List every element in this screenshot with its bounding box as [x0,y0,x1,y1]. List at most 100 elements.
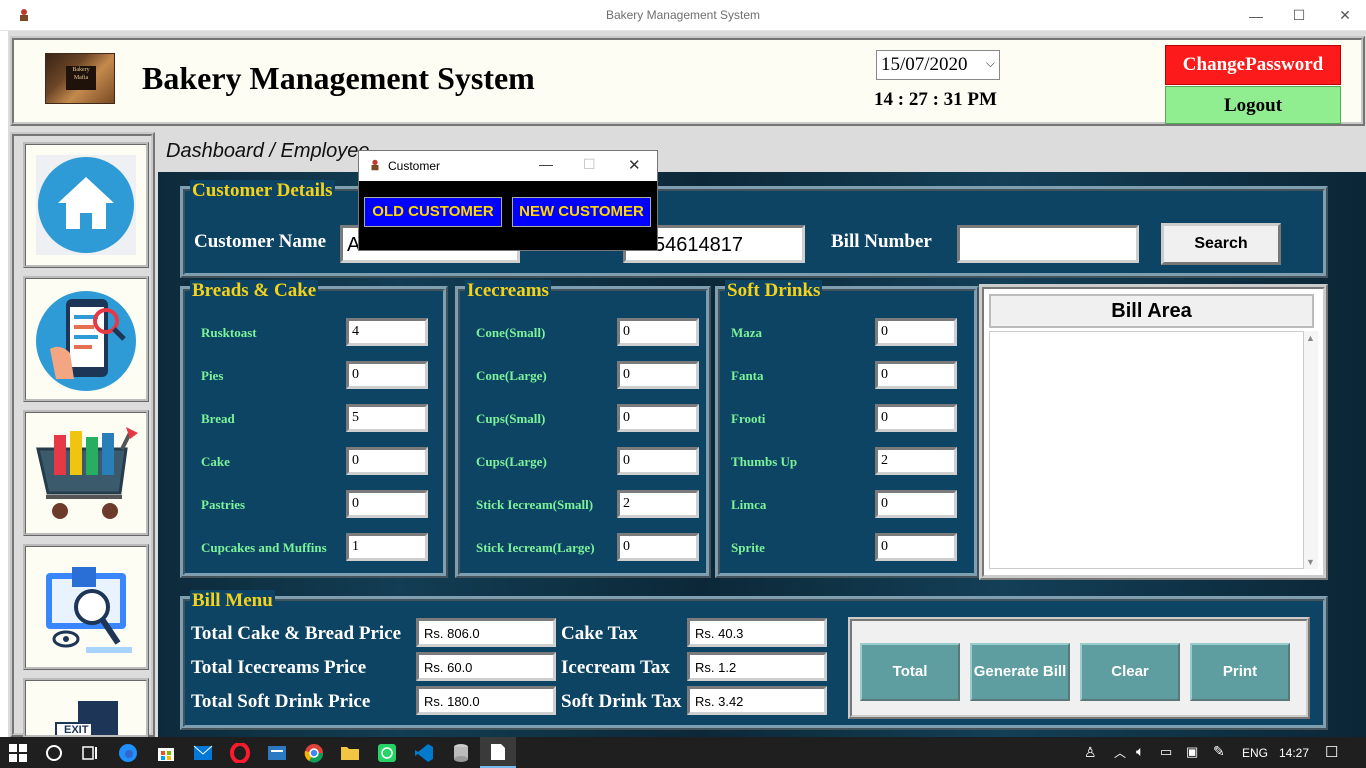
cups-large-input[interactable]: 0 [617,447,699,475]
dialog-close-button[interactable]: ✕ [628,156,641,174]
field-label: Thumbs Up [731,454,798,469]
new-customer-button[interactable]: NEW CUSTOMER [512,197,651,227]
battery-icon[interactable]: ▭ [1160,744,1172,760]
cupcakes-input[interactable]: 1 [346,533,428,561]
vscode-icon[interactable] [413,742,435,764]
cake-bread-price-field[interactable]: Rs. 806.0 [416,618,556,647]
page-title: Bakery Management System [142,60,535,96]
logout-button[interactable]: Logout [1165,86,1341,124]
sidebar-item-cart[interactable] [23,410,149,536]
cake-tax-field[interactable]: Rs. 40.3 [687,618,827,647]
stick-small-input[interactable]: 2 [617,490,699,518]
mail-icon[interactable] [192,742,214,764]
icecream-tax-label: Icecream Tax [561,657,670,678]
pen-icon[interactable]: ✎ [1213,743,1225,760]
search-icon[interactable] [43,742,65,764]
customer-name-label: Customer Name [194,231,327,252]
maza-input[interactable]: 0 [875,318,957,346]
icecreams-title: Icecreams [465,280,551,302]
dialog-title: Customer [388,159,441,173]
bill-scrollbar[interactable]: ▲ ▼ [1304,331,1318,569]
chevron-up-icon[interactable]: ︿ [1114,744,1126,761]
sidebar: EXIT [10,132,155,738]
sidebar-item-inventory[interactable] [23,544,149,670]
soft-drinks-panel: Soft Drinks Maza 0 Fanta 0 Frooti 0 Thum… [715,280,979,578]
file-manager-icon[interactable] [266,742,288,764]
customer-details-panel: Customer Details Customer Name A 5461481… [180,180,1328,278]
breadcrumb: Dashboard / Employee [166,140,370,162]
generate-bill-button[interactable]: Generate Bill [970,643,1070,701]
cake-input[interactable]: 0 [346,447,428,475]
icecream-tax-field[interactable]: Rs. 1.2 [687,652,827,681]
taskbar-active-app[interactable] [480,737,516,768]
bill-number-label: Bill Number [831,231,932,252]
icecreams-panel: Icecreams Cone(Small) 0 Cone(Large) 0 Cu… [455,280,711,578]
icecreams-price-label: Total Icecreams Price [191,657,367,678]
bill-number-input[interactable] [957,225,1139,263]
dialog-titlebar: Customer — ☐ ✕ [359,151,657,181]
maximize-button[interactable]: ☐ [1276,0,1322,31]
store-icon[interactable] [155,742,177,764]
scroll-down-icon[interactable]: ▼ [1306,557,1315,567]
dialog-maximize-button[interactable]: ☐ [583,156,596,173]
thumbs-up-input[interactable]: 2 [875,447,957,475]
cups-small-input[interactable]: 0 [617,404,699,432]
icecreams-price-field[interactable]: Rs. 60.0 [416,652,556,681]
folder-icon[interactable] [339,742,361,764]
language-indicator[interactable]: ENG [1242,746,1268,760]
minimize-button[interactable]: — [1233,0,1279,31]
change-password-button[interactable]: ChangePassword [1165,45,1341,85]
field-label: Cups(Large) [476,454,547,469]
taskbar-clock[interactable]: 14:27 [1279,746,1309,760]
database-icon[interactable] [450,742,472,764]
bill-buttons-frame: Total Generate Bill Clear Print [848,617,1310,719]
close-button[interactable]: ✕ [1322,0,1366,31]
dialog-minimize-button[interactable]: — [539,156,553,172]
soft-drink-price-field[interactable]: Rs. 180.0 [416,686,556,715]
bill-text-area[interactable] [989,331,1304,569]
field-label: Cone(Small) [476,325,546,340]
total-button[interactable]: Total [860,643,960,701]
sprite-input[interactable]: 0 [875,533,957,561]
rusktoast-input[interactable]: 4 [346,318,428,346]
notification-icon[interactable]: ☐ [1325,743,1338,761]
task-view-icon[interactable] [79,742,101,764]
clock: 14 : 27 : 31 PM [874,89,997,110]
stick-large-input[interactable]: 0 [617,533,699,561]
cone-small-input[interactable]: 0 [617,318,699,346]
network-icon[interactable]: ▣ [1186,744,1198,760]
pastries-input[interactable]: 0 [346,490,428,518]
sidebar-item-home[interactable] [23,142,149,268]
date-picker[interactable]: 15/07/2020 ⌵ [876,50,1000,80]
edge-browser-icon[interactable] [117,742,139,764]
home-icon [36,155,136,255]
opera-browser-icon[interactable] [229,742,251,764]
field-label: Fanta [731,368,764,383]
print-button[interactable]: Print [1190,643,1290,701]
pies-input[interactable]: 0 [346,361,428,389]
frooti-input[interactable]: 0 [875,404,957,432]
search-button[interactable]: Search [1161,223,1281,265]
field-label: Stick Iecream(Small) [476,497,594,512]
soft-drink-tax-field[interactable]: Rs. 3.42 [687,686,827,715]
cone-large-input[interactable]: 0 [617,361,699,389]
sidebar-item-exit[interactable]: EXIT [23,678,149,738]
chrome-browser-icon[interactable] [303,742,325,764]
sidebar-item-search-customer[interactable] [23,276,149,402]
clear-button[interactable]: Clear [1080,643,1180,701]
old-customer-button[interactable]: OLD CUSTOMER [364,197,502,227]
limca-input[interactable]: 0 [875,490,957,518]
whatsapp-icon[interactable] [376,742,398,764]
scroll-up-icon[interactable]: ▲ [1306,333,1315,343]
windows-start-icon[interactable] [7,742,29,764]
fanta-input[interactable]: 0 [875,361,957,389]
people-icon[interactable]: ♙ [1084,744,1097,761]
logo-text: Bakery Mafia [66,66,96,90]
app-header: Bakery Mafia Bakery Management System 15… [10,36,1365,126]
field-label: Cone(Large) [476,368,547,383]
bill-menu-title: Bill Menu [190,590,275,612]
chevron-down-icon[interactable]: ⌵ [986,56,995,71]
field-label: Cupcakes and Muffins [201,540,327,555]
bread-input[interactable]: 5 [346,404,428,432]
speaker-icon[interactable]: 🔈︎ [1136,743,1144,760]
